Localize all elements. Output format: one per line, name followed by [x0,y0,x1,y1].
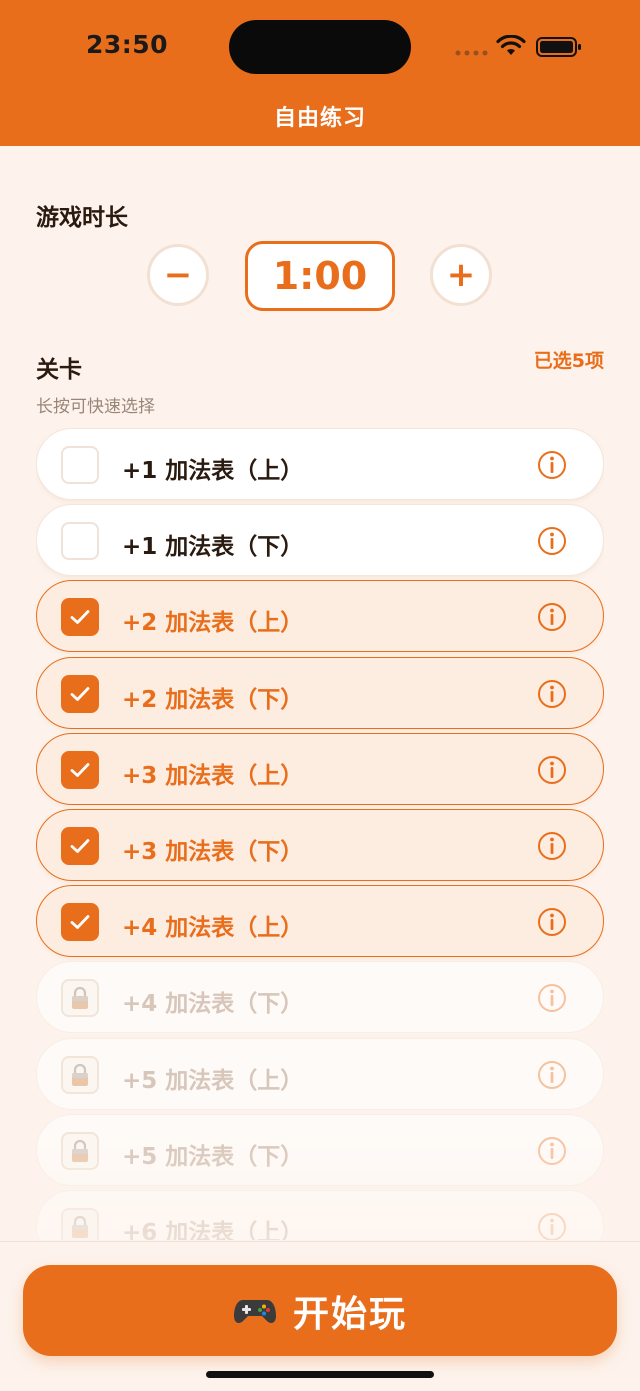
level-row[interactable]: +4 加法表（上） [36,885,604,958]
level-label: +3 加法表（下） [122,839,304,865]
info-icon[interactable] [537,1212,567,1240]
status-time: 23:50 [86,30,169,59]
info-icon[interactable] [537,1060,567,1090]
signal-icon [455,50,488,56]
level-checkbox[interactable] [61,827,99,865]
increase-duration-button[interactable]: + [430,244,492,306]
level-checkbox[interactable] [61,446,99,484]
level-label: +2 加法表（上） [122,610,304,637]
level-label: +4 加法表（下） [122,991,304,1018]
level-label: +5 加法表（上） [122,1067,304,1094]
level-row[interactable]: +1 加法表（下） [36,504,604,577]
wifi-icon [496,35,526,55]
level-row: +4 加法表（下） [36,961,604,1034]
info-icon[interactable] [537,755,567,785]
check-icon [70,610,90,625]
start-button-label: 开始玩 [292,1293,407,1335]
levels-hint: 长按可快速选择 [36,397,155,417]
check-icon [70,762,90,777]
level-list: +1 加法表（上） +1 加法表（下） +2 加法表（上） +2 加法表（下） +3 加… [36,428,604,1240]
decrease-duration-button[interactable]: − [147,244,209,306]
level-checkbox[interactable] [61,598,99,637]
battery-icon [536,37,581,57]
level-checkbox[interactable] [61,903,99,942]
page-title: 自由练习 [273,106,366,131]
lock-icon [61,1131,99,1170]
level-label: +2 加法表（下） [122,686,304,713]
duration-value: 1:00 [245,241,395,311]
info-icon[interactable] [537,602,567,632]
lock-icon [61,979,99,1018]
check-icon [70,686,90,701]
level-row[interactable]: +3 加法表（上） [36,732,604,805]
level-row[interactable]: +2 加法表（下） [36,656,604,729]
level-checkbox[interactable] [61,522,99,561]
info-icon[interactable] [537,450,567,480]
level-label: +1 加法表（上） [122,458,304,484]
level-label: +1 加法表（下） [122,534,304,561]
app-header: 23:50 自由练习 [0,0,640,146]
level-label: +6 加法表（上） [122,1220,304,1240]
info-icon[interactable] [537,831,567,861]
duration-title: 游戏时长 [36,205,128,231]
info-icon[interactable] [537,1136,567,1166]
level-checkbox[interactable] [61,674,99,713]
lock-icon [61,1208,99,1240]
level-row[interactable]: +1 加法表（上） [36,428,604,500]
level-label: +4 加法表（上） [122,915,304,942]
info-icon[interactable] [537,983,567,1013]
selected-count: 已选5项 [533,350,604,372]
info-icon[interactable] [537,679,567,709]
level-checkbox[interactable] [61,750,99,789]
dynamic-island [229,20,411,74]
gamepad-icon [233,1299,276,1323]
check-icon [70,839,90,853]
start-button[interactable]: 开始玩 [23,1265,617,1356]
level-row[interactable]: +3 加法表（下） [36,809,604,881]
level-label: +5 加法表（下） [122,1143,304,1170]
lock-icon [61,1055,99,1094]
screen: 23:50 自由练习 游戏时长 − 1:00 + 关卡 已选5项 长按可快速选择… [0,0,640,1391]
level-row[interactable]: +2 加法表（上） [36,580,604,653]
check-icon [70,915,90,930]
info-icon[interactable] [537,907,567,937]
info-icon[interactable] [537,526,567,556]
level-row: +5 加法表（上） [36,1037,604,1110]
levels-title: 关卡 [36,357,82,383]
level-label: +3 加法表（上） [122,762,304,789]
level-row: +5 加法表（下） [36,1113,604,1186]
level-row: +6 加法表（上） [36,1190,604,1240]
home-indicator [206,1371,434,1378]
